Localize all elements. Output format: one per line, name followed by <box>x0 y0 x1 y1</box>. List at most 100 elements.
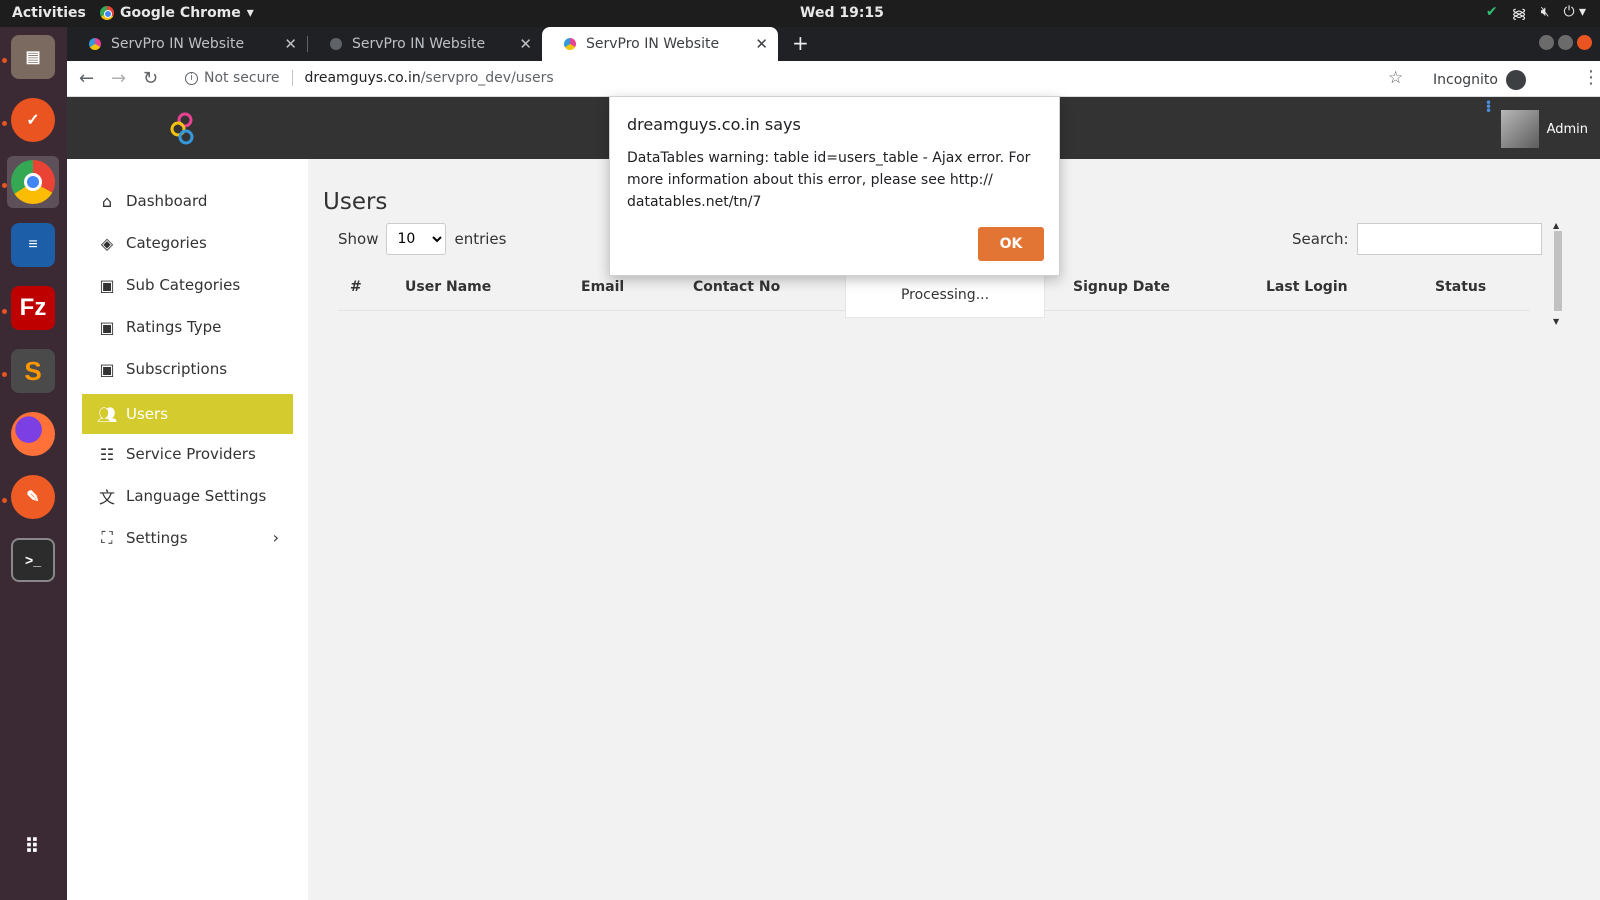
tab-1[interactable]: ServPro IN Website ✕ <box>67 27 307 61</box>
entries-label: entries <box>454 230 507 248</box>
show-label: Show <box>338 230 379 248</box>
id-card-icon: ▣ <box>99 359 115 379</box>
column-user-name[interactable]: User Name <box>405 279 491 295</box>
url-field[interactable]: i Not secure dreamguys.co.in/servpro_dev… <box>185 70 554 86</box>
admin-label: Admin <box>1546 121 1588 137</box>
dock-writer[interactable]: ≡ <box>7 219 59 271</box>
clock[interactable]: Wed 19:15 <box>800 5 884 21</box>
window-controls <box>1539 35 1592 50</box>
search-control: Search: <box>1292 223 1542 255</box>
tab-3-active[interactable]: ServPro IN Website ✕ <box>542 27 778 61</box>
minimize-icon[interactable] <box>1539 35 1554 50</box>
maximize-icon[interactable] <box>1558 35 1573 50</box>
address-bar: ← → ↻ i Not secure dreamguys.co.in/servp… <box>67 61 1600 97</box>
dock-postman[interactable]: ✎ <box>7 471 59 523</box>
chevron-right-icon: › <box>272 528 279 547</box>
column-contact-no[interactable]: Contact No <box>693 279 780 295</box>
wifi-icon: ᯼ <box>1511 6 1527 22</box>
column-number[interactable]: # <box>350 279 362 295</box>
info-icon[interactable]: i <box>185 71 198 85</box>
search-input[interactable] <box>1356 223 1542 255</box>
sidebar-item-label: Sub Categories <box>126 276 241 294</box>
settings-frame-icon: ⛶ <box>101 528 113 547</box>
incognito-indicator[interactable]: Incognito <box>1433 70 1526 90</box>
check-icon: ✔ <box>1485 4 1498 20</box>
scroll-thumb[interactable] <box>1554 231 1562 311</box>
dialog-message: DataTables warning: table id=users_table… <box>627 150 1031 210</box>
sidebar-item-label: Dashboard <box>126 192 208 210</box>
dock-filezilla[interactable]: Fz <box>7 282 59 334</box>
chrome-menu-icon[interactable]: ⋮ <box>1582 67 1600 88</box>
sidebar-item-label: Service Providers <box>126 445 256 463</box>
column-status[interactable]: Status <box>1435 279 1486 295</box>
avatar <box>1500 110 1539 148</box>
tab-2[interactable]: ServPro IN Website ✕ <box>308 27 542 61</box>
close-icon[interactable]: ✕ <box>755 35 768 53</box>
dock-tasks[interactable]: ✓ <box>7 94 59 146</box>
sidebar-item-language-settings[interactable]: 文 Language Settings <box>82 476 293 516</box>
running-indicator <box>2 372 7 377</box>
column-last-login[interactable]: Last Login <box>1266 279 1348 295</box>
new-tab-icon[interactable]: + <box>792 31 809 55</box>
dock-files[interactable]: ▤ <box>7 31 59 83</box>
dialog-title: dreamguys.co.in says <box>627 115 801 134</box>
dock-chrome[interactable] <box>7 156 59 208</box>
dropdown-arrow-icon: ▾ <box>246 5 254 21</box>
sidebar-item-service-providers[interactable]: ☷ Service Providers <box>82 434 293 474</box>
bookmark-star-icon[interactable]: ☆ <box>1388 68 1403 88</box>
column-email[interactable]: Email <box>581 279 624 295</box>
users-icon: 👥︎ <box>96 404 118 424</box>
search-label: Search: <box>1292 230 1349 248</box>
running-indicator <box>2 309 7 314</box>
url-host: dreamguys.co.in <box>304 70 421 86</box>
dock-firefox[interactable] <box>7 408 59 460</box>
running-indicator <box>2 183 7 188</box>
sidebar: ⌂ Dashboard ◈ Categories ▣ Sub Categorie… <box>67 159 308 900</box>
more-options-icon[interactable]: • • • <box>1485 97 1492 117</box>
scroll-down-icon[interactable]: ▼ <box>1553 317 1559 326</box>
scroll-up-icon[interactable]: ▲ <box>1553 221 1559 230</box>
sidebar-item-ratings-type[interactable]: ▣ Ratings Type <box>82 307 293 347</box>
app-name: Google Chrome <box>120 5 241 21</box>
close-icon[interactable]: ✕ <box>284 35 297 53</box>
sidebar-item-categories[interactable]: ◈ Categories <box>82 223 293 263</box>
system-tray[interactable]: ✔ ᯼ 🔇︎ ⏻ ▾ <box>1486 4 1586 23</box>
sidebar-item-users[interactable]: 👥︎ Users <box>82 394 293 434</box>
sidebar-item-dashboard[interactable]: ⌂ Dashboard <box>82 181 293 221</box>
app-menu[interactable]: Google Chrome ▾ <box>100 5 254 21</box>
admin-profile[interactable]: Admin <box>1500 110 1588 148</box>
sidebar-item-label: Ratings Type <box>126 318 222 336</box>
app-grid-icon: ⠿ <box>24 835 42 858</box>
column-signup-date[interactable]: Signup Date <box>1073 279 1170 295</box>
volume-mute-icon: 🔇︎ <box>1540 4 1550 20</box>
sidebar-item-sub-categories[interactable]: ▣ Sub Categories <box>82 265 293 305</box>
file-cabinet-icon: ▤ <box>11 35 55 79</box>
alert-dialog: dreamguys.co.in says DataTables warning:… <box>609 96 1060 276</box>
security-label[interactable]: Not secure <box>204 70 280 86</box>
sidebar-item-label: Settings <box>126 529 188 547</box>
sidebar-item-settings[interactable]: ⛶ Settings › <box>82 518 293 558</box>
running-indicator <box>2 498 7 503</box>
ok-button[interactable]: OK <box>978 227 1044 261</box>
running-indicator <box>2 121 7 126</box>
incognito-label: Incognito <box>1433 72 1498 88</box>
dock-terminal[interactable]: >_ <box>7 534 59 586</box>
id-card-icon: ▣ <box>99 275 115 295</box>
tab-title: ServPro IN Website <box>352 36 486 52</box>
document-icon: ≡ <box>11 223 55 267</box>
incognito-icon <box>1505 70 1526 90</box>
forward-icon[interactable]: → <box>111 68 126 89</box>
sidebar-item-subscriptions[interactable]: ▣ Subscriptions <box>82 349 293 389</box>
site-favicon-icon <box>564 38 576 50</box>
back-icon[interactable]: ← <box>79 68 94 89</box>
reload-icon[interactable]: ↻ <box>143 68 158 89</box>
activities-button[interactable]: Activities <box>12 5 86 21</box>
close-icon[interactable]: ✕ <box>519 35 532 53</box>
table-scrollbar[interactable]: ▲ ▼ <box>1551 221 1563 331</box>
dock-sublime[interactable]: S <box>7 345 59 397</box>
entries-select[interactable]: 10 <box>386 223 447 255</box>
show-applications[interactable]: ⠿ <box>7 820 59 872</box>
close-window-icon[interactable] <box>1577 35 1592 50</box>
layers-icon: ◈ <box>100 233 114 253</box>
servpro-logo-icon[interactable] <box>167 110 203 146</box>
